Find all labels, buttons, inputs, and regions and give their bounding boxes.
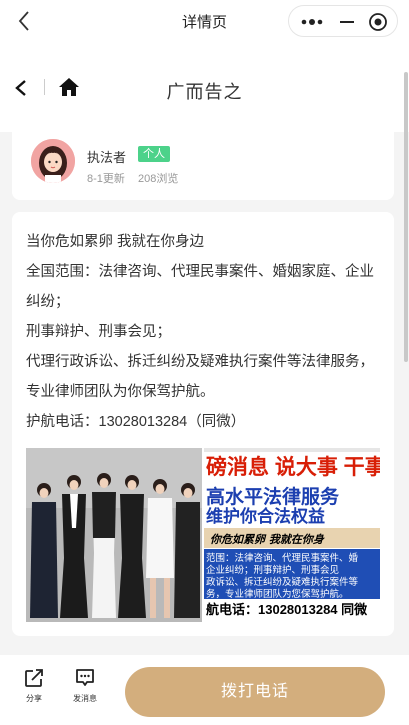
poster-headline: 磅消息 说大事 干事: [206, 455, 380, 479]
post-line: 全国范围：法律咨询、代理民事案件、婚姻家庭、企业纠纷；: [26, 264, 374, 310]
poster-blue-line-1: 高水平法律服务: [206, 485, 340, 508]
share-button[interactable]: 分享: [14, 667, 54, 704]
post-line: 当你危如累卵 我就在你身边: [26, 234, 205, 250]
poster-body-line: 务，专业律师团队为您保驾护航。: [206, 588, 349, 600]
message-button[interactable]: 发消息: [65, 667, 105, 704]
author-card: 执法者 个人 8-1更新 208浏览: [12, 122, 394, 200]
miniprogram-topbar: 详情页: [0, 0, 409, 42]
update-date: 8-1更新: [87, 173, 125, 185]
author-name: 执法者: [87, 150, 127, 165]
page-title: 广而告之: [166, 82, 243, 102]
share-icon: [25, 669, 43, 687]
avatar[interactable]: [31, 139, 75, 183]
poster-body-line: 政诉讼、拆迁纠纷及疑难执行案件等: [206, 576, 359, 588]
scrollbar[interactable]: [404, 72, 408, 362]
author-type-badge: 个人: [138, 146, 170, 162]
advert-poster[interactable]: 磅消息 说大事 干事 高水平法律服务 维护你合法权益 你危如累卵 我就在你身 范…: [204, 448, 380, 622]
poster-blue-line-2: 维护你合法权益: [206, 506, 325, 526]
message-icon: [76, 669, 94, 686]
poster-graphic: 磅消息 说大事 干事 高水平法律服务 维护你合法权益 你危如累卵 我就在你身 范…: [204, 448, 380, 622]
bottom-action-bar: 分享 发消息 拨打电话: [0, 655, 409, 725]
post-body: 当你危如累卵 我就在你身边 全国范围：法律咨询、代理民事案件、婚姻家庭、企业纠纷…: [26, 227, 382, 437]
page-nav: 广而告之: [0, 42, 409, 132]
capsule-menu: [288, 5, 398, 37]
content-card: 当你危如累卵 我就在你身边 全国范围：法律咨询、代理民事案件、婚姻家庭、企业纠纷…: [12, 212, 394, 636]
author-meta: 8-1更新 208浏览: [87, 170, 188, 186]
view-count: 208浏览: [137, 173, 179, 185]
call-button[interactable]: 拨打电话: [125, 667, 385, 717]
share-label: 分享: [26, 694, 42, 703]
poster-body-line: 企业纠纷；刑事辩护、刑事会见: [206, 564, 339, 576]
close-target-icon[interactable]: [367, 11, 389, 33]
post-line: 代理行政诉讼、拆迁纠纷及疑难执行案件等法律服务，专业律师团队为你保驾护航。: [26, 354, 374, 400]
team-photo[interactable]: [26, 448, 202, 622]
post-line: 刑事辩护、刑事会见；: [26, 324, 171, 340]
poster-body-line: 范围：法律咨询、代理民事案件、婚: [206, 552, 359, 564]
more-dots-icon[interactable]: [299, 13, 325, 31]
post-line[interactable]: 护航电话：13028013284（同微）: [26, 407, 382, 437]
team-photo-illustration: [26, 448, 202, 622]
poster-slogan: 你危如累卵 我就在你身: [210, 533, 325, 546]
poster-phone: 航电话：13028013284 同微: [206, 602, 368, 617]
minimize-icon[interactable]: [336, 13, 358, 31]
message-label: 发消息: [73, 694, 97, 703]
avatar-illustration: [31, 139, 75, 183]
